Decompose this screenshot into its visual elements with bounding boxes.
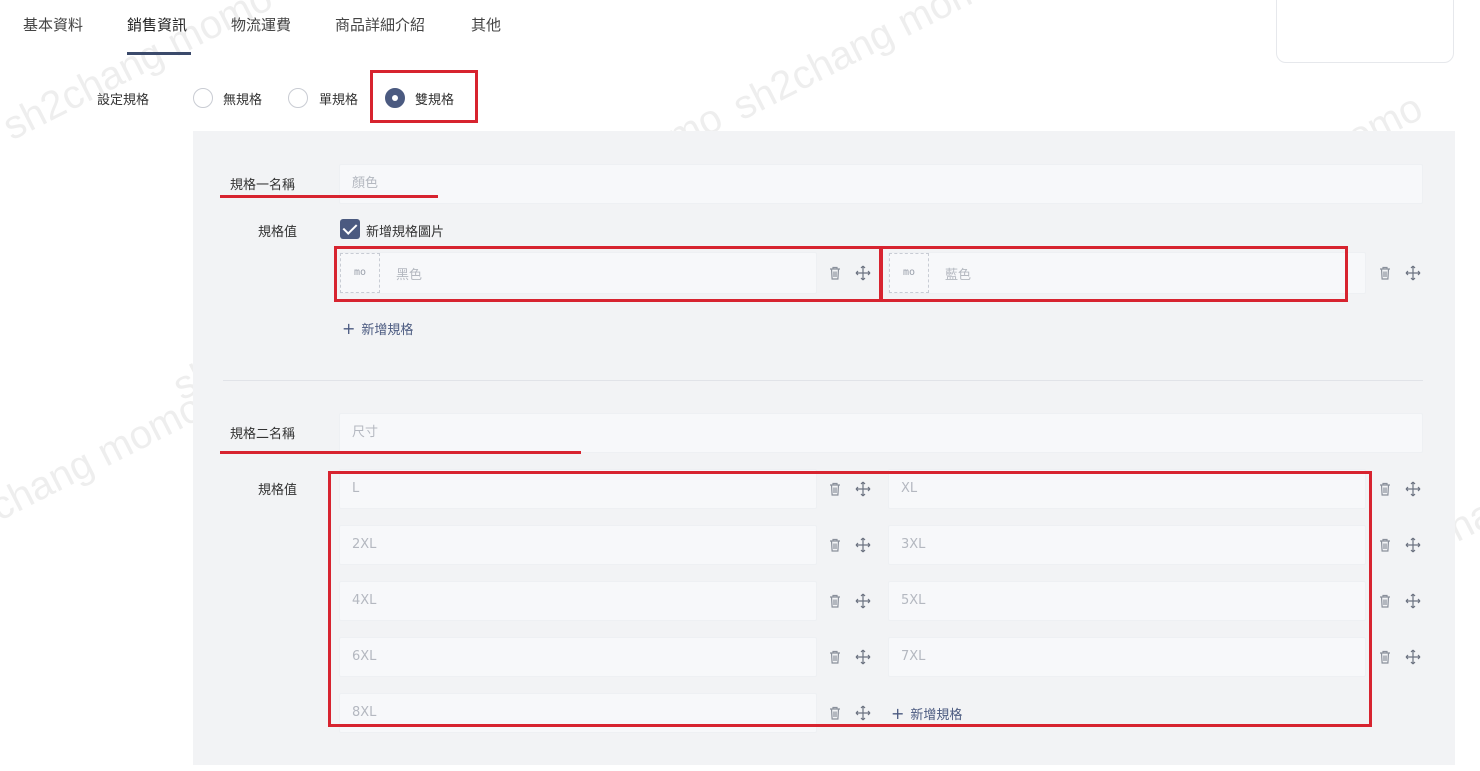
floating-panel [1276, 0, 1454, 63]
spec-setting-label: 設定規格 [97, 93, 150, 108]
move-icon[interactable] [1404, 480, 1422, 498]
trash-icon[interactable] [1376, 480, 1394, 498]
tab-basic-info[interactable]: 基本資料 [23, 14, 83, 35]
spec1-add-label: 新增規格 [361, 323, 414, 338]
annotation-box [334, 246, 882, 302]
plus-icon: + [342, 319, 356, 338]
trash-icon[interactable] [1376, 264, 1394, 282]
spec1-name-input[interactable]: 顏色 [339, 164, 1423, 204]
annotation-underline [220, 451, 581, 454]
spec2-name-input[interactable]: 尺寸 [339, 413, 1423, 453]
trash-icon[interactable] [1376, 592, 1394, 610]
annotation-underline [220, 195, 438, 198]
spec2-name-label: 規格二名稱 [230, 427, 296, 442]
move-icon[interactable] [1404, 592, 1422, 610]
annotation-box [370, 70, 478, 123]
spec1-add-button[interactable]: + 新增規格 [342, 319, 413, 338]
section-divider [223, 380, 1423, 381]
trash-icon[interactable] [1376, 536, 1394, 554]
spec1-name-label: 規格一名稱 [230, 178, 296, 193]
tab-sales-info[interactable]: 銷售資訊 [127, 14, 187, 35]
tab-shipping[interactable]: 物流運費 [231, 14, 291, 35]
watermark: sh2chang momo [0, 385, 210, 559]
radio-single-spec-label[interactable]: 單規格 [319, 89, 358, 108]
tab-other[interactable]: 其他 [471, 14, 501, 35]
radio-single-spec[interactable] [288, 88, 308, 108]
move-icon[interactable] [1404, 264, 1422, 282]
add-spec-image-checkbox[interactable] [340, 219, 360, 239]
tab-product-details[interactable]: 商品詳細介紹 [335, 14, 425, 35]
tab-bar: 基本資料 銷售資訊 物流運費 商品詳細介紹 其他 [0, 0, 1480, 56]
trash-icon[interactable] [1376, 648, 1394, 666]
radio-no-spec-label[interactable]: 無規格 [223, 89, 262, 108]
move-icon[interactable] [1404, 536, 1422, 554]
annotation-box [880, 246, 1348, 302]
annotation-box [328, 471, 1372, 727]
move-icon[interactable] [1404, 648, 1422, 666]
radio-no-spec[interactable] [193, 88, 213, 108]
spec2-values-label: 規格值 [258, 483, 298, 498]
add-spec-image-label: 新增規格圖片 [366, 225, 445, 240]
active-tab-indicator [127, 52, 191, 55]
spec1-values-label: 規格值 [258, 225, 298, 240]
